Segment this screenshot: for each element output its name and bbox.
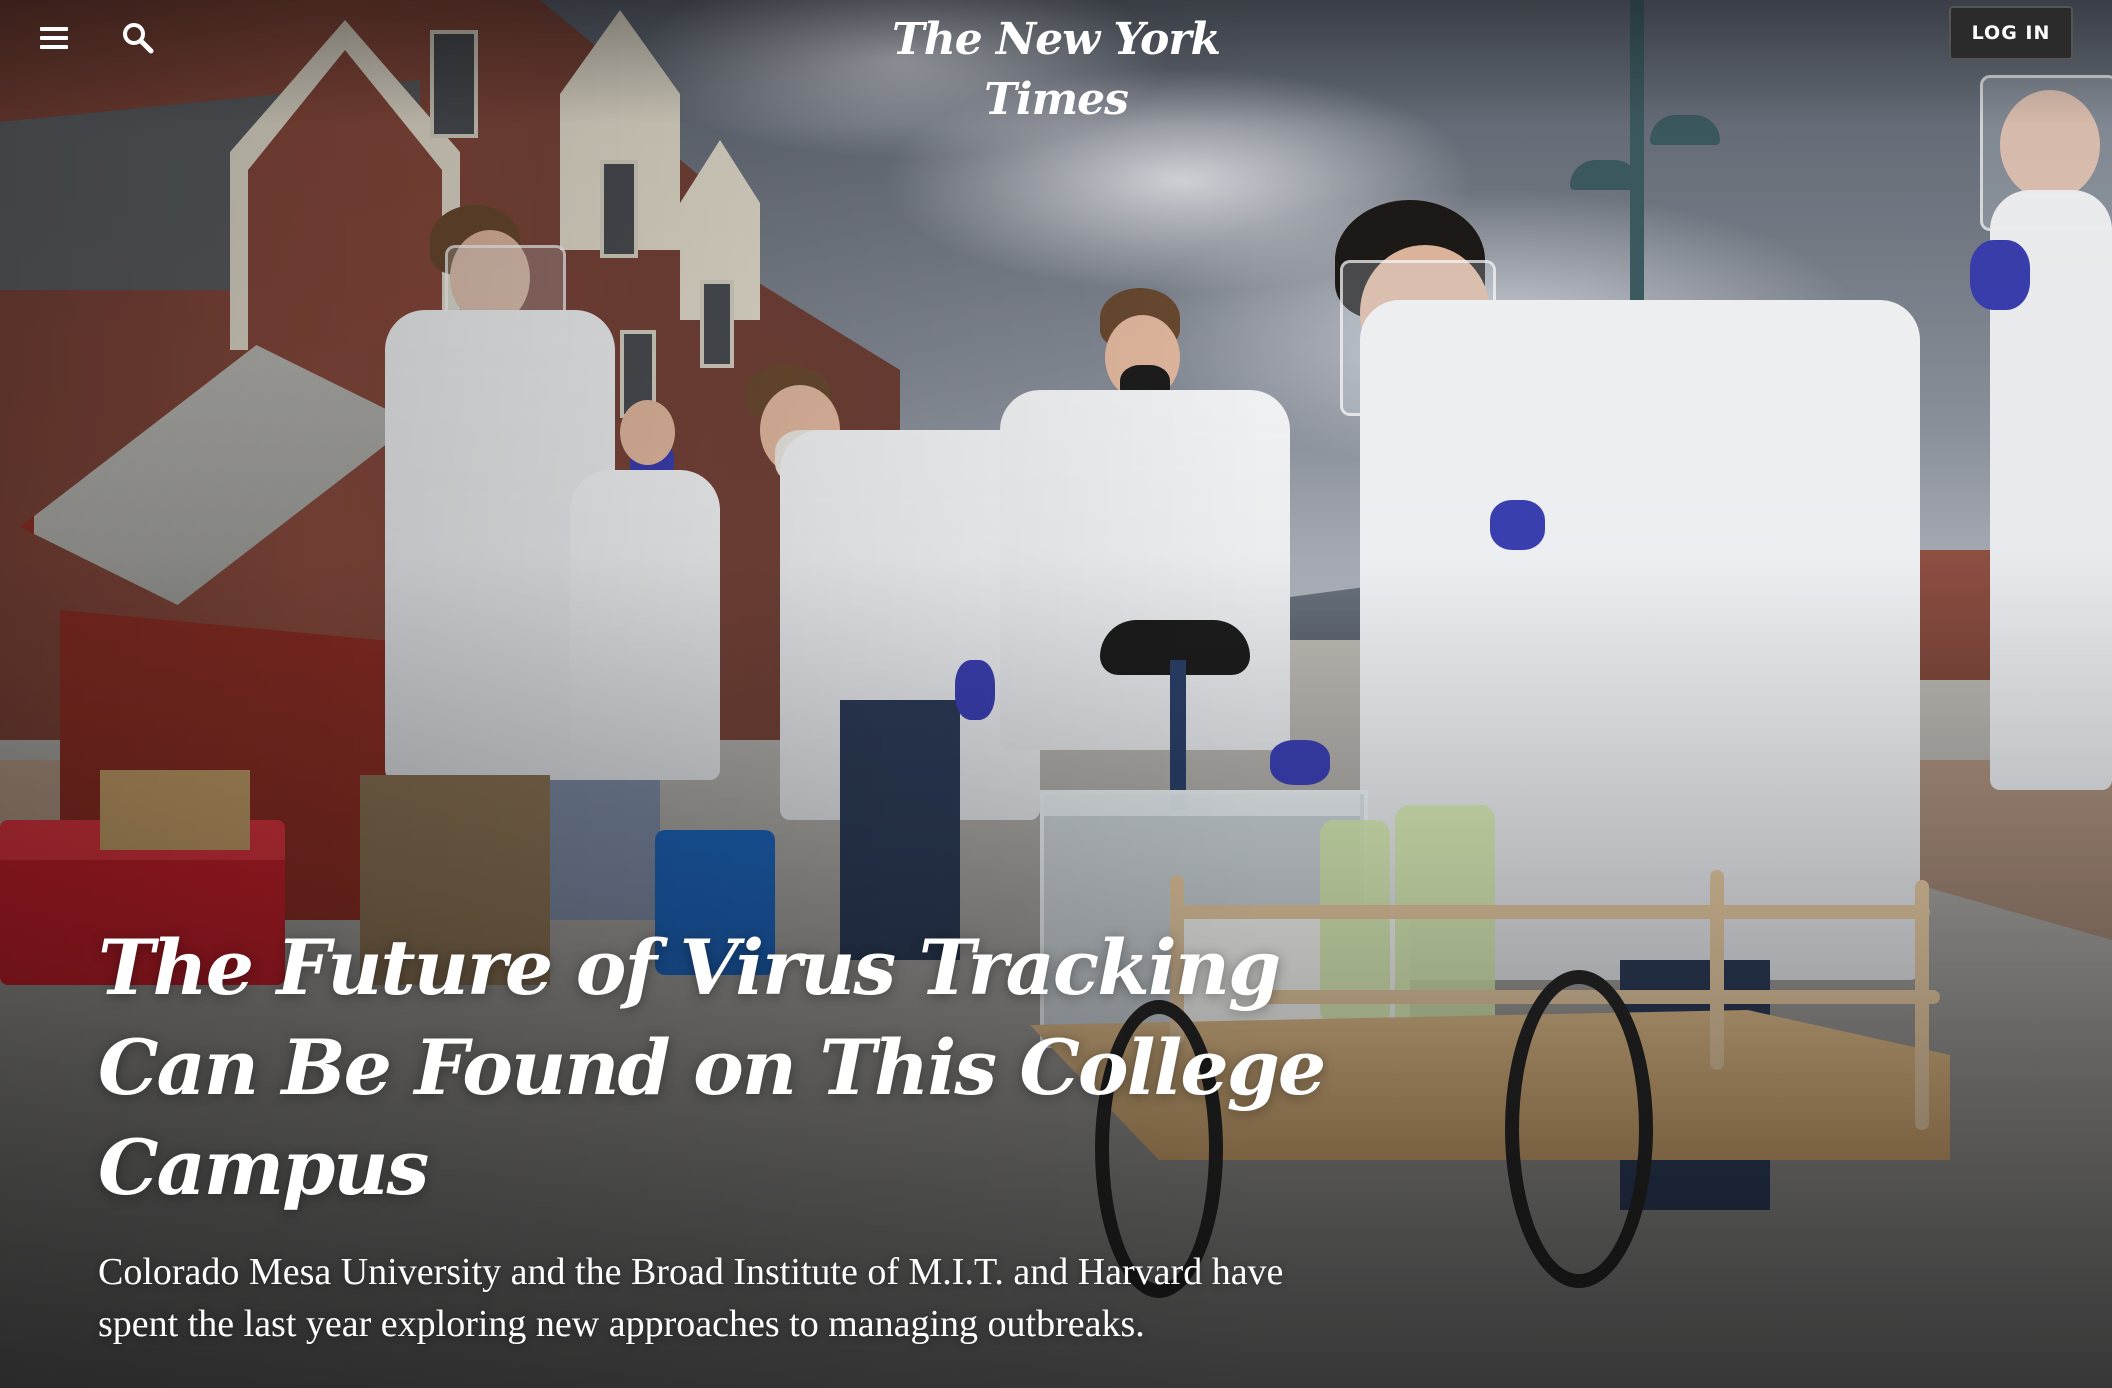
site-header: The New York Times LOG IN: [0, 0, 2112, 125]
login-button[interactable]: LOG IN: [1949, 6, 2073, 60]
nyt-logo[interactable]: The New York Times: [856, 10, 1256, 125]
hamburger-menu-icon[interactable]: [36, 20, 72, 56]
article-headline[interactable]: The Future of Virus Tracking Can Be Foun…: [98, 918, 1358, 1218]
article-summary: Colorado Mesa University and the Broad I…: [98, 1251, 1284, 1345]
story-block: The Future of Virus Tracking Can Be Foun…: [98, 918, 1358, 1350]
search-icon[interactable]: [120, 20, 156, 56]
